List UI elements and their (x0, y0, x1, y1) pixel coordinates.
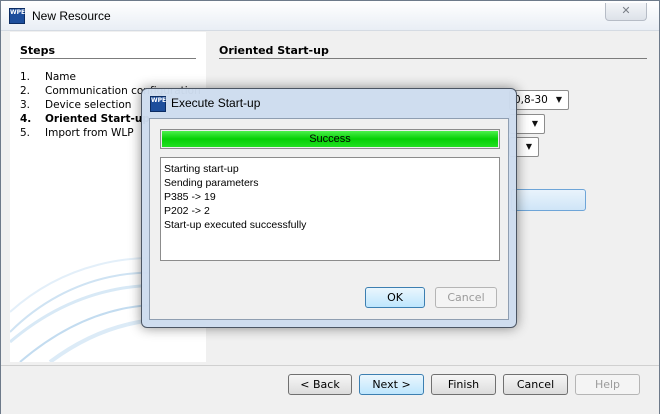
parameter-combo-1[interactable]: 0,8-30 ▼ (509, 90, 569, 110)
step-label: Name (45, 71, 76, 83)
chevron-down-icon[interactable]: ▼ (528, 116, 542, 132)
ok-button[interactable]: OK (365, 287, 425, 308)
log-line: P202 -> 2 (164, 205, 210, 217)
progress-bar: Success (160, 129, 500, 149)
back-button[interactable]: < Back (288, 374, 352, 395)
step-number: 1. (20, 71, 31, 83)
panel-divider (219, 58, 647, 59)
step-number: 3. (20, 99, 31, 111)
step-label: Oriented Start-up (45, 113, 150, 125)
steps-heading: Steps (20, 44, 56, 57)
dialog-title: Execute Start-up (171, 96, 261, 110)
log-output: Starting start-up Sending parameters P385 … (160, 157, 500, 261)
steps-divider (20, 58, 196, 59)
step-item-device-selection: 3. Device selection (20, 99, 131, 111)
chevron-down-icon[interactable]: ▼ (552, 92, 566, 108)
log-line: Sending parameters (164, 177, 259, 189)
step-label: Device selection (45, 99, 132, 111)
step-number: 5. (20, 127, 31, 139)
finish-button[interactable]: Finish (431, 374, 496, 395)
step-number: 4. (20, 113, 32, 125)
panel-heading: Oriented Start-up (219, 44, 329, 57)
step-item-oriented-startup: 4. Oriented Start-up (20, 113, 150, 125)
execute-startup-button[interactable] (511, 189, 586, 211)
step-number: 2. (20, 85, 31, 97)
progress-label: Success (309, 133, 351, 145)
dialog-cancel-button[interactable]: Cancel (435, 287, 497, 308)
bottom-divider (1, 365, 659, 366)
step-label: Import from WLP (45, 127, 134, 139)
chevron-down-icon[interactable]: ▼ (522, 139, 536, 155)
title-bar[interactable]: WPE New Resource ✕ (1, 1, 659, 31)
window-title: New Resource (32, 9, 111, 23)
step-item-import-wlp: 5. Import from WLP (20, 127, 134, 139)
close-button[interactable]: ✕ (605, 3, 647, 21)
log-line: Start-up executed successfully (164, 219, 307, 231)
wpe-app-icon: WPE (150, 96, 166, 112)
help-button[interactable]: Help (575, 374, 640, 395)
wpe-app-icon: WPE (9, 8, 25, 24)
next-button[interactable]: Next > (359, 374, 424, 395)
cancel-button[interactable]: Cancel (503, 374, 568, 395)
step-item-name: 1. Name (20, 71, 76, 83)
combo-value: 0,8-30 (514, 94, 548, 106)
log-line: Starting start-up (164, 163, 239, 175)
log-line: P385 -> 19 (164, 191, 216, 203)
